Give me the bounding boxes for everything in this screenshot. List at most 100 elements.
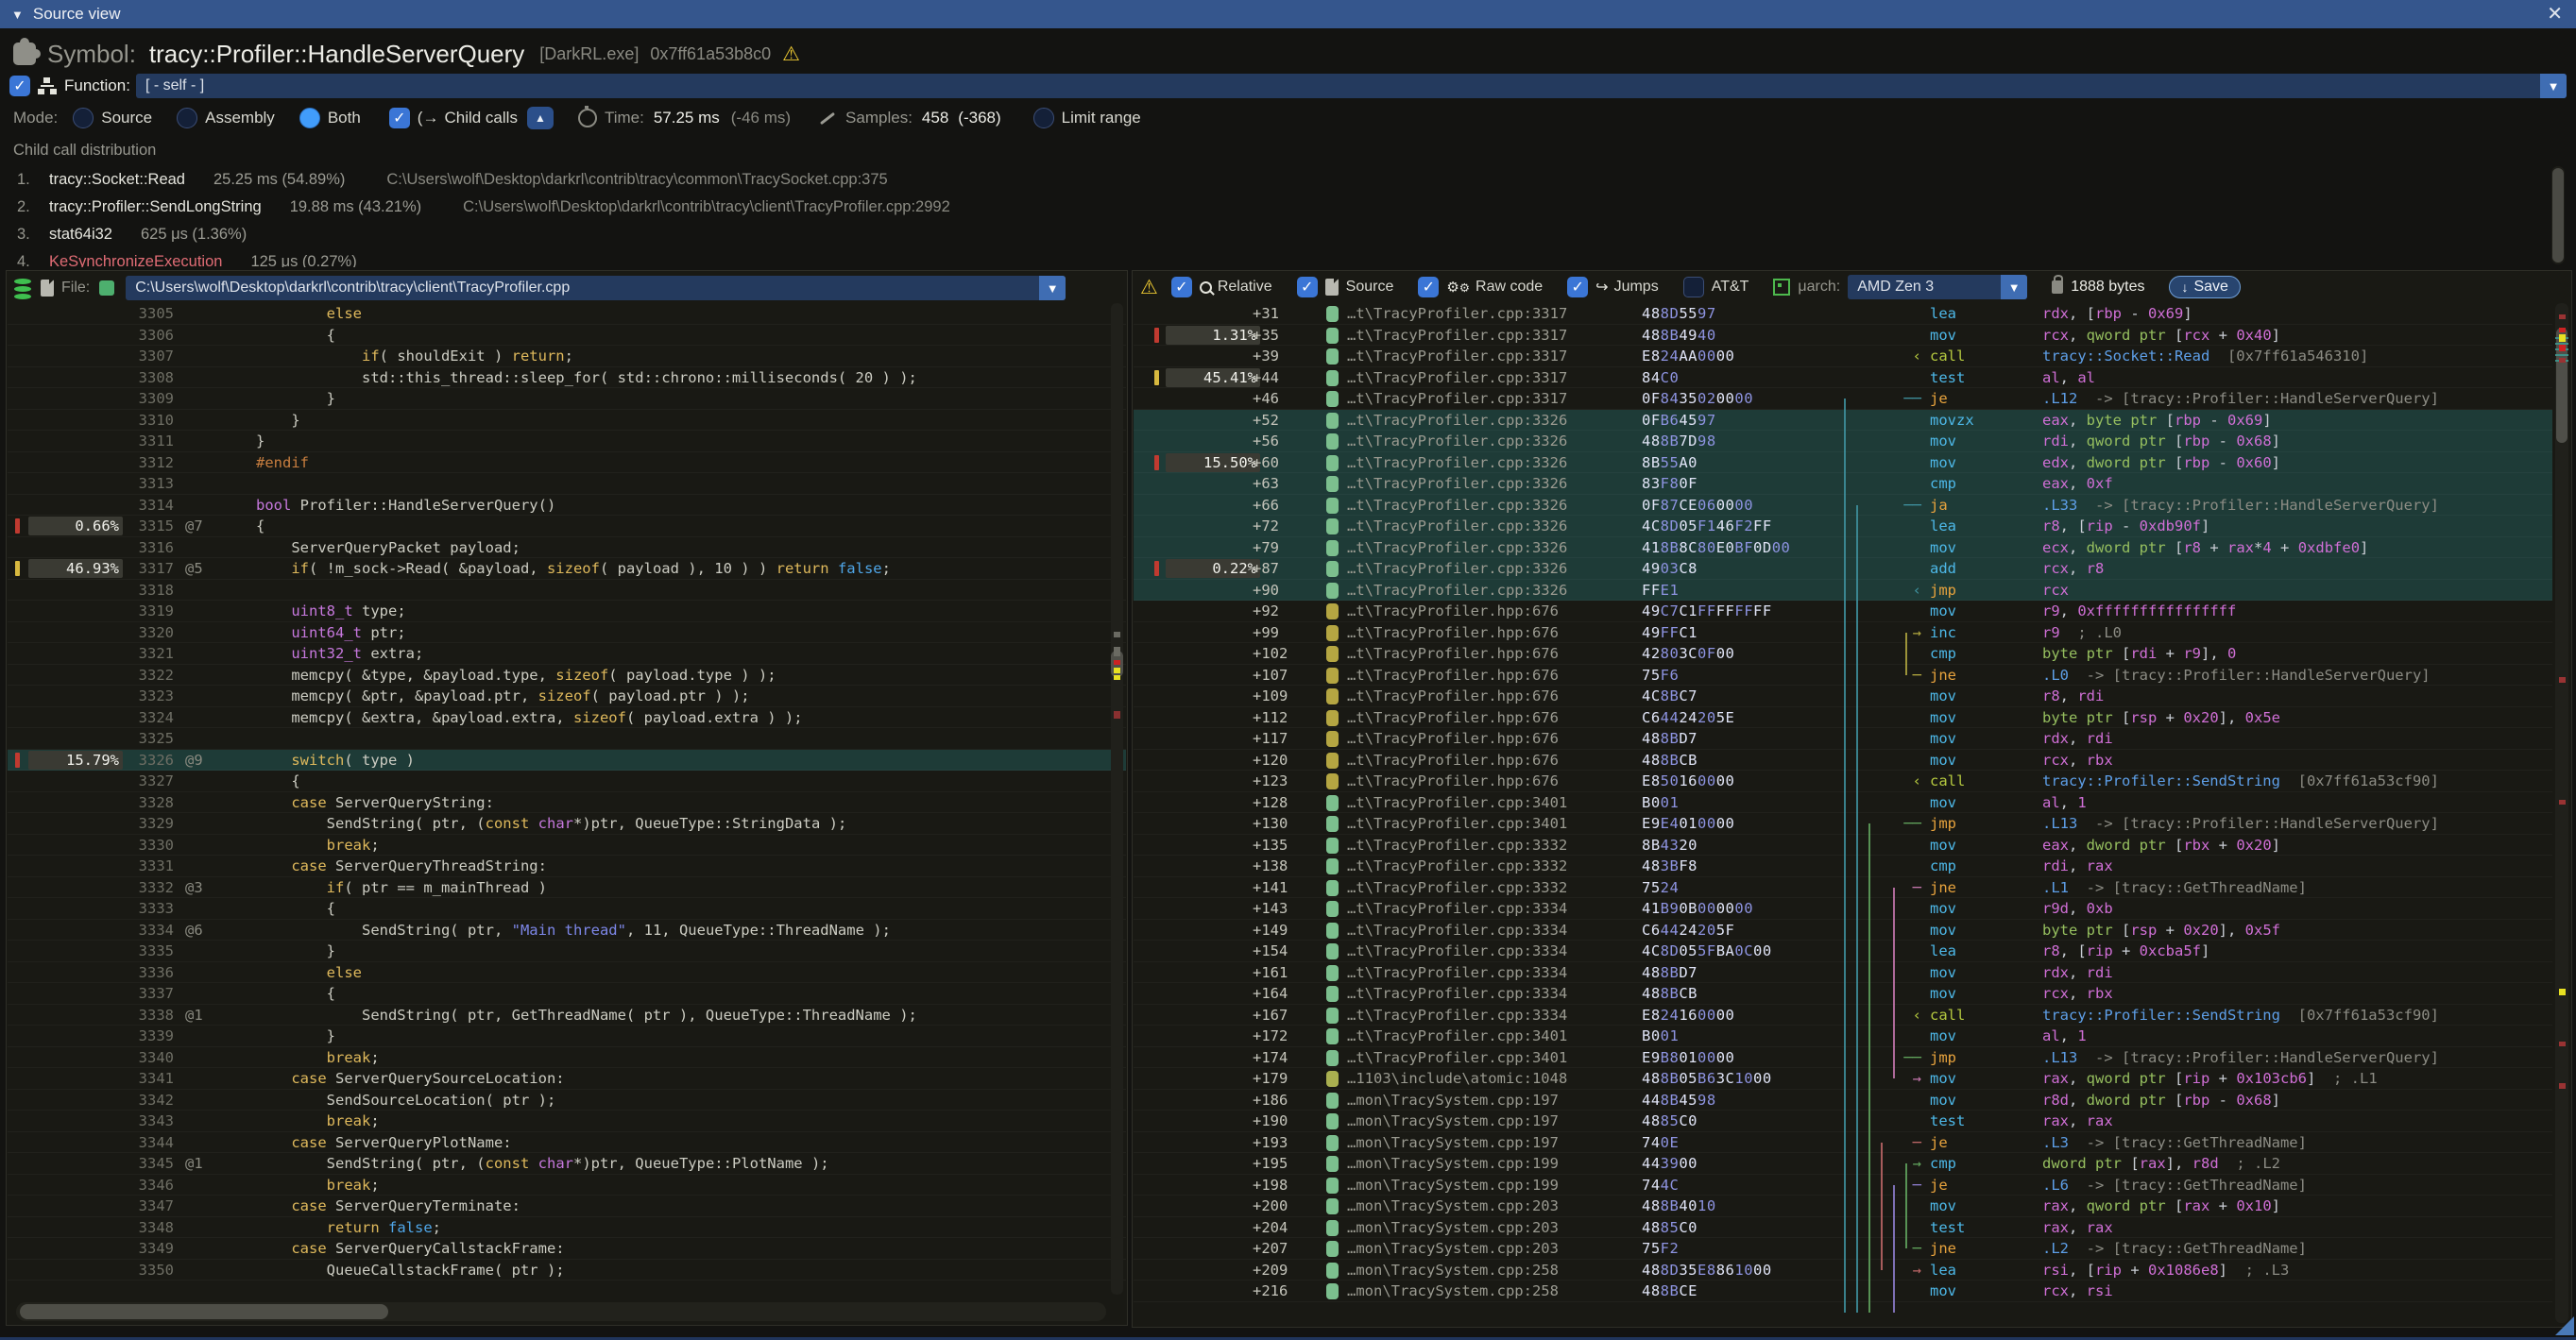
source-line[interactable]: 3350 QueueCallstackFrame( ptr ); xyxy=(8,1260,1126,1281)
function-checkbox[interactable]: ✓ xyxy=(9,76,30,96)
source-line[interactable]: 3313 xyxy=(8,473,1126,495)
source-line[interactable]: 3318 xyxy=(8,580,1126,602)
assembly-row[interactable]: 45.41%+44…t\TracyProfiler.cpp:331784C0te… xyxy=(1134,367,2552,389)
source-line[interactable]: 3327 { xyxy=(8,771,1126,792)
assembly-row[interactable]: +209…mon\TracySystem.cpp:258488D35E88610… xyxy=(1134,1260,2552,1281)
source-line[interactable]: 3345@1 SendString( ptr, (const char*)ptr… xyxy=(8,1153,1126,1175)
source-line[interactable]: 3347 case ServerQueryTerminate: xyxy=(8,1196,1126,1217)
source-line[interactable]: 15.79%3326@9 switch( type ) xyxy=(8,750,1126,772)
chevron-down-icon[interactable]: ▼ xyxy=(2540,74,2567,98)
assembly-row[interactable]: +207…mon\TracySystem.cpp:20375F2─jne.L2 … xyxy=(1134,1238,2552,1260)
source-line[interactable]: 3338@1 SendString( ptr, GetThreadName( p… xyxy=(8,1005,1126,1026)
assembly-row[interactable]: +190…mon\TracySystem.cpp:1974885C0testra… xyxy=(1134,1111,2552,1132)
source-line[interactable]: 3323 memcpy( &ptr, &payload.ptr, sizeof(… xyxy=(8,686,1126,707)
assembly-row[interactable]: +128…t\TracyProfiler.cpp:3401B001moval, … xyxy=(1134,792,2552,814)
assembly-row[interactable]: +52…t\TracyProfiler.cpp:33260FB64597movz… xyxy=(1134,410,2552,432)
source-line[interactable]: 3309 } xyxy=(8,388,1126,410)
assembly-row[interactable]: +179…1103\include\atomic:1048488B05B63C1… xyxy=(1134,1068,2552,1090)
assembly-row[interactable]: +92…t\TracyProfiler.hpp:67649C7C1FFFFFFF… xyxy=(1134,601,2552,622)
assembly-row[interactable]: +102…t\TracyProfiler.hpp:67642803C0F00cm… xyxy=(1134,643,2552,665)
assembly-row[interactable]: +63…t\TracyProfiler.cpp:332683F80Fcmpeax… xyxy=(1134,473,2552,495)
source-line[interactable]: 3329 SendString( ptr, (const char*)ptr, … xyxy=(8,813,1126,835)
source-line[interactable]: 0.66%3315@7{ xyxy=(8,516,1126,537)
source-line[interactable]: 3328 case ServerQueryString: xyxy=(8,792,1126,814)
child-call-scrollbar[interactable] xyxy=(2551,166,2565,264)
source-line[interactable]: 3307 if( shouldExit ) return; xyxy=(8,346,1126,367)
assembly-row[interactable]: +72…t\TracyProfiler.cpp:33264C8D05F146F2… xyxy=(1134,516,2552,537)
assembly-row[interactable]: +31…t\TracyProfiler.cpp:3317488D5597lear… xyxy=(1134,303,2552,325)
source-line[interactable]: 3348 return false; xyxy=(8,1217,1126,1239)
source-line[interactable]: 3343 break; xyxy=(8,1111,1126,1132)
source-line[interactable]: 3314bool Profiler::HandleServerQuery() xyxy=(8,495,1126,517)
child-calls-checkbox[interactable]: ✓ xyxy=(389,108,410,128)
chevron-down-icon[interactable]: ▼ xyxy=(1039,276,1066,300)
source-line[interactable]: 3336 else xyxy=(8,962,1126,984)
resize-handle[interactable] xyxy=(2555,1316,2574,1335)
assembly-row[interactable]: +90…t\TracyProfiler.cpp:3326FFE1‹jmprcx xyxy=(1134,580,2552,602)
source-line[interactable]: 3339 } xyxy=(8,1026,1126,1047)
assembly-row[interactable]: +216…mon\TracySystem.cpp:258488BCEmovrcx… xyxy=(1134,1281,2552,1302)
child-call-item[interactable]: 1.tracy::Socket::Read25.25 ms (54.89%)C:… xyxy=(17,166,888,193)
source-line[interactable]: 3324 memcpy( &extra, &payload.extra, siz… xyxy=(8,707,1126,729)
assembly-row[interactable]: +109…t\TracyProfiler.hpp:6764C8BC7movr8,… xyxy=(1134,686,2552,707)
source-horizontal-scrollbar[interactable] xyxy=(16,1302,1106,1321)
child-call-item[interactable]: 3.stat64i32625 μs (1.36%) xyxy=(17,221,288,247)
assembly-row[interactable]: 0.22%+87…t\TracyProfiler.cpp:33264903C8a… xyxy=(1134,558,2552,580)
source-line[interactable]: 3316 ServerQueryPacket payload; xyxy=(8,537,1126,559)
assembly-row[interactable]: +198…mon\TracySystem.cpp:199744C─je.L6 -… xyxy=(1134,1175,2552,1196)
source-line[interactable]: 3346 break; xyxy=(8,1175,1126,1196)
chevron-down-icon[interactable]: ▼ xyxy=(2001,275,2027,299)
source-line[interactable]: 3340 break; xyxy=(8,1047,1126,1069)
assembly-row[interactable]: +200…mon\TracySystem.cpp:203488B4010movr… xyxy=(1134,1196,2552,1217)
assembly-row[interactable]: +195…mon\TracySystem.cpp:199443900→cmpdw… xyxy=(1134,1153,2552,1175)
source-line[interactable]: 3320 uint64_t ptr; xyxy=(8,622,1126,644)
source-line[interactable]: 3312#endif xyxy=(8,452,1126,474)
source-line[interactable]: 3334@6 SendString( ptr, "Main thread", 1… xyxy=(8,920,1126,941)
assembly-row[interactable]: +149…t\TracyProfiler.cpp:3334C64424205Fm… xyxy=(1134,920,2552,941)
assembly-row[interactable]: +172…t\TracyProfiler.cpp:3401B001moval, … xyxy=(1134,1026,2552,1047)
source-line[interactable]: 3305 else xyxy=(8,303,1126,325)
assembly-row[interactable]: +112…t\TracyProfiler.hpp:676C64424205Emo… xyxy=(1134,707,2552,729)
source-line[interactable]: 3337 { xyxy=(8,983,1126,1005)
source-line[interactable]: 3344 case ServerQueryPlotName: xyxy=(8,1132,1126,1154)
file-dropdown[interactable]: C:\Users\wolf\Desktop\darkrl\contrib\tra… xyxy=(126,276,1066,300)
assembly-row[interactable]: +135…t\TracyProfiler.cpp:33328B4320movea… xyxy=(1134,835,2552,857)
raw-code-checkbox[interactable]: ✓ xyxy=(1418,277,1439,297)
assembly-row[interactable]: +143…t\TracyProfiler.cpp:333441B90B00000… xyxy=(1134,898,2552,920)
source-line[interactable]: 46.93%3317@5 if( !m_sock->Read( &payload… xyxy=(8,558,1126,580)
close-icon[interactable]: ✕ xyxy=(2547,2,2563,25)
assembly-row[interactable]: +39…t\TracyProfiler.cpp:3317E824AA0000‹c… xyxy=(1134,346,2552,367)
assembly-vertical-scrollbar[interactable] xyxy=(2555,303,2568,1323)
assembly-row[interactable]: 15.50%+60…t\TracyProfiler.cpp:33268B55A0… xyxy=(1134,452,2552,474)
source-line[interactable]: 3330 break; xyxy=(8,835,1126,857)
child-call-item[interactable]: 2.tracy::Profiler::SendLongString19.88 m… xyxy=(17,194,950,220)
child-call-item[interactable]: 4.KeSynchronizeExecution125 μs (0.27%) xyxy=(17,248,399,267)
title-bar[interactable]: ▼ Source view ✕ xyxy=(0,0,2576,28)
function-dropdown[interactable]: [ - self - ] ▼ xyxy=(136,74,2567,98)
source-line[interactable]: 3311} xyxy=(8,431,1126,452)
source-line[interactable]: 3321 uint32_t extra; xyxy=(8,643,1126,665)
assembly-row[interactable]: +186…mon\TracySystem.cpp:197448B4598movr… xyxy=(1134,1090,2552,1111)
assembly-row[interactable]: 1.31%+35…t\TracyProfiler.cpp:3317488B494… xyxy=(1134,325,2552,347)
assembly-row[interactable]: +204…mon\TracySystem.cpp:2034885C0testra… xyxy=(1134,1217,2552,1239)
assembly-row[interactable]: +46…t\TracyProfiler.cpp:33170F8435020000… xyxy=(1134,388,2552,410)
att-checkbox[interactable]: ✓ xyxy=(1683,277,1704,297)
radio-both[interactable] xyxy=(299,108,320,128)
radio-assembly[interactable] xyxy=(177,108,197,128)
assembly-row[interactable]: +123…t\TracyProfiler.hpp:676E850160000‹c… xyxy=(1134,771,2552,792)
source-line[interactable]: 3306 { xyxy=(8,325,1126,347)
source-line[interactable]: 3349 case ServerQueryCallstackFrame: xyxy=(8,1238,1126,1260)
source-line[interactable]: 3332@3 if( ptr == m_mainThread ) xyxy=(8,877,1126,899)
source-line[interactable]: 3333 { xyxy=(8,898,1126,920)
scrollbar-thumb[interactable] xyxy=(20,1304,388,1319)
relative-checkbox[interactable]: ✓ xyxy=(1171,277,1192,297)
source-vertical-scrollbar[interactable] xyxy=(1111,303,1123,1295)
assembly-row[interactable]: +154…t\TracyProfiler.cpp:33344C8D055FBA0… xyxy=(1134,941,2552,962)
source-line[interactable]: 3341 case ServerQuerySourceLocation: xyxy=(8,1068,1126,1090)
assembly-row[interactable]: +174…t\TracyProfiler.cpp:3401E9B8010000─… xyxy=(1134,1047,2552,1069)
source-line[interactable]: 3335 } xyxy=(8,941,1126,962)
source-checkbox[interactable]: ✓ xyxy=(1297,277,1318,297)
save-button[interactable]: ↓Save xyxy=(2169,276,2240,298)
radio-source[interactable] xyxy=(73,108,94,128)
assembly-row[interactable]: +120…t\TracyProfiler.hpp:676488BCBmovrcx… xyxy=(1134,750,2552,772)
